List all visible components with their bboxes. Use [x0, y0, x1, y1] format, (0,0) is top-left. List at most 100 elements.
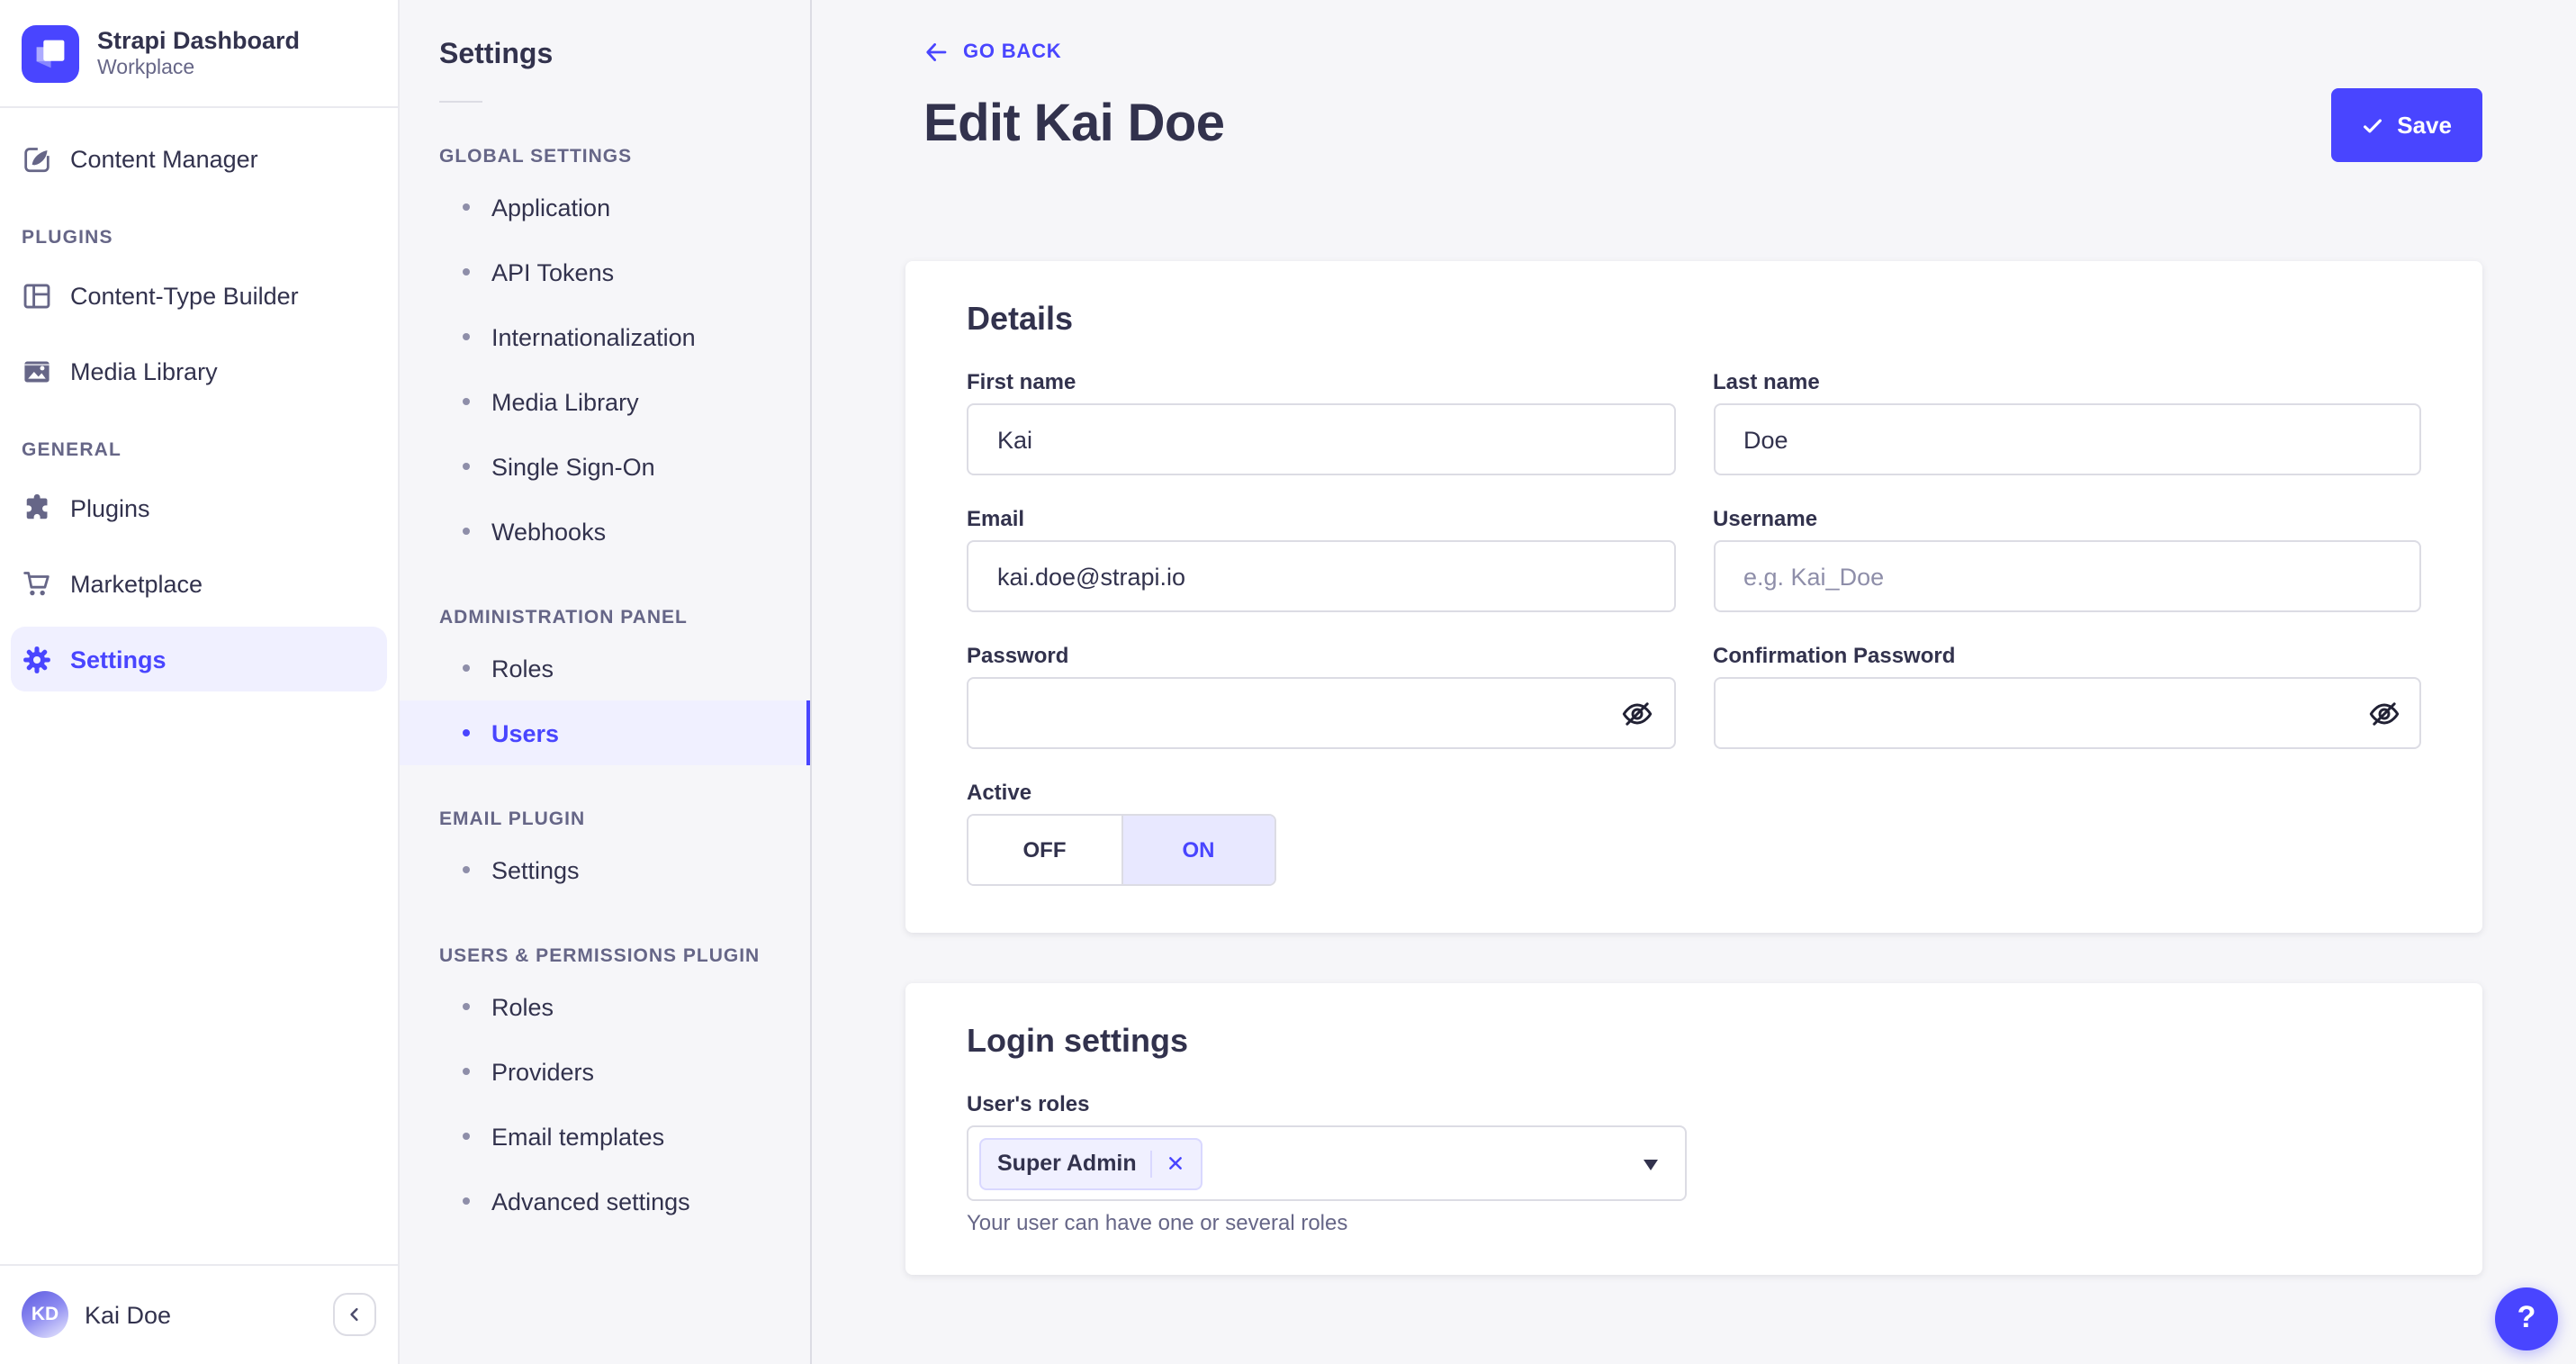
- settings-sidebar-title: Settings: [439, 40, 554, 70]
- chevron-left-icon: [344, 1304, 365, 1325]
- section-email-plugin: EMAIL PLUGIN: [439, 808, 586, 830]
- content-manager-icon: [22, 143, 52, 174]
- password-field: Password: [967, 643, 1675, 749]
- marketplace-icon: [22, 568, 52, 599]
- sidebar-item-marketplace[interactable]: Marketplace: [11, 551, 387, 616]
- details-card: Details First name Last name Email Usern…: [905, 261, 2482, 933]
- email-input[interactable]: [967, 540, 1675, 612]
- bullet-icon: [463, 333, 470, 340]
- confirmation-password-field: Confirmation Password: [1713, 643, 2421, 749]
- nav-section-plugins: PLUGINS: [22, 227, 113, 248]
- strapi-logo-icon: [22, 24, 79, 82]
- collapse-sidebar-button[interactable]: [333, 1293, 376, 1336]
- user-roles-select[interactable]: Super Admin: [967, 1125, 1687, 1201]
- last-name-field: Last name: [1713, 369, 2421, 475]
- settings-item-email-settings[interactable]: Settings: [400, 837, 810, 902]
- bullet-icon: [463, 268, 470, 276]
- bullet-icon: [463, 729, 470, 736]
- bullet-icon: [463, 203, 470, 211]
- help-button[interactable]: ?: [2495, 1287, 2558, 1350]
- username-input[interactable]: [1713, 540, 2421, 612]
- bullet-icon: [463, 664, 470, 672]
- active-toggle-on[interactable]: ON: [1121, 816, 1274, 884]
- last-name-input[interactable]: [1713, 403, 2421, 475]
- content-type-builder-icon: [22, 280, 52, 311]
- eye-off-icon: [1620, 696, 1654, 730]
- bullet-icon: [463, 398, 470, 405]
- sidebar-item-media-library[interactable]: Media Library: [11, 339, 387, 403]
- bullet-icon: [463, 866, 470, 873]
- email-field: Email: [967, 506, 1675, 612]
- sidebar-user-row: KD Kai Doe: [0, 1263, 398, 1364]
- settings-item-admin-roles[interactable]: Roles: [400, 636, 810, 700]
- settings-item-up-roles[interactable]: Roles: [400, 974, 810, 1039]
- sidebar-item-label: Plugins: [70, 494, 150, 521]
- bullet-icon: [463, 463, 470, 470]
- confirmation-password-label: Confirmation Password: [1713, 643, 1956, 668]
- bullet-icon: [463, 1133, 470, 1140]
- workspace-switcher[interactable]: Strapi Dashboard Workplace: [0, 0, 398, 108]
- close-icon: [1167, 1154, 1185, 1172]
- password-label: Password: [967, 643, 1069, 668]
- settings-item-email-templates[interactable]: Email templates: [400, 1104, 810, 1169]
- settings-item-advanced-settings[interactable]: Advanced settings: [400, 1169, 810, 1233]
- confirmation-password-input[interactable]: [1713, 677, 2421, 749]
- sidebar-item-settings[interactable]: Settings: [11, 627, 387, 691]
- login-settings-title: Login settings: [967, 1023, 1188, 1059]
- sidebar-item-label: Marketplace: [70, 570, 203, 597]
- section-users-permissions-plugin: USERS & PERMISSIONS PLUGIN: [439, 945, 761, 967]
- strapi-admin-app: Strapi Dashboard Workplace Content Manag…: [0, 0, 2576, 1364]
- divider: [439, 101, 482, 103]
- first-name-input[interactable]: [967, 403, 1675, 475]
- sidebar-item-plugins[interactable]: Plugins: [11, 475, 387, 540]
- eye-off-icon: [2366, 696, 2400, 730]
- workspace-subtitle: Workplace: [97, 57, 195, 78]
- username-label: Username: [1713, 506, 1818, 531]
- role-tag: Super Admin: [979, 1137, 1203, 1189]
- bullet-icon: [463, 1197, 470, 1205]
- active-toggle-off[interactable]: OFF: [968, 816, 1121, 884]
- settings-item-admin-users[interactable]: Users: [400, 700, 810, 765]
- settings-item-media-library[interactable]: Media Library: [400, 369, 810, 434]
- user-roles-field: User's roles Super Admin Your user can h…: [967, 1091, 2421, 1235]
- roles-hint: Your user can have one or several roles: [967, 1210, 1348, 1235]
- media-library-icon: [22, 356, 52, 386]
- remove-role-button[interactable]: [1167, 1154, 1185, 1172]
- password-input[interactable]: [967, 677, 1675, 749]
- main-content: GO BACK Edit Kai Doe Save Details First …: [812, 0, 2576, 1364]
- sidebar-item-content-type-builder[interactable]: Content-Type Builder: [11, 263, 387, 328]
- username-field: Username: [1713, 506, 2421, 612]
- sidebar-item-label: Media Library: [70, 357, 218, 384]
- avatar[interactable]: KD: [22, 1291, 68, 1338]
- role-tag-label: Super Admin: [997, 1151, 1137, 1176]
- settings-sidebar: Settings GLOBAL SETTINGS Application API…: [400, 0, 812, 1364]
- active-field: Active OFF ON: [967, 780, 1675, 886]
- chevron-down-icon: [1644, 1160, 1658, 1170]
- active-label: Active: [967, 780, 1032, 805]
- sidebar-item-content-manager[interactable]: Content Manager: [11, 126, 387, 191]
- bullet-icon: [463, 528, 470, 535]
- user-roles-label: User's roles: [967, 1091, 1090, 1116]
- check-icon: [2361, 114, 2382, 136]
- email-label: Email: [967, 506, 1025, 531]
- plugins-icon: [22, 492, 52, 523]
- section-global-settings: GLOBAL SETTINGS: [439, 146, 633, 167]
- divider: [1150, 1150, 1153, 1177]
- first-name-label: First name: [967, 369, 1076, 394]
- sidebar-item-label: Content Manager: [70, 145, 258, 172]
- settings-gear-icon: [22, 644, 52, 674]
- toggle-confirmation-visibility-button[interactable]: [2353, 684, 2414, 742]
- page-title: Edit Kai Doe: [923, 95, 1225, 153]
- details-card-title: Details: [967, 301, 1074, 337]
- toggle-password-visibility-button[interactable]: [1607, 684, 1668, 742]
- section-administration-panel: ADMINISTRATION PANEL: [439, 607, 688, 628]
- go-back-link[interactable]: GO BACK: [923, 40, 2482, 65]
- settings-item-webhooks[interactable]: Webhooks: [400, 499, 810, 564]
- settings-item-providers[interactable]: Providers: [400, 1039, 810, 1104]
- bullet-icon: [463, 1068, 470, 1075]
- settings-item-single-sign-on[interactable]: Single Sign-On: [400, 434, 810, 499]
- settings-item-application[interactable]: Application: [400, 175, 810, 239]
- save-button[interactable]: Save: [2330, 88, 2482, 162]
- settings-item-api-tokens[interactable]: API Tokens: [400, 239, 810, 304]
- settings-item-internationalization[interactable]: Internationalization: [400, 304, 810, 369]
